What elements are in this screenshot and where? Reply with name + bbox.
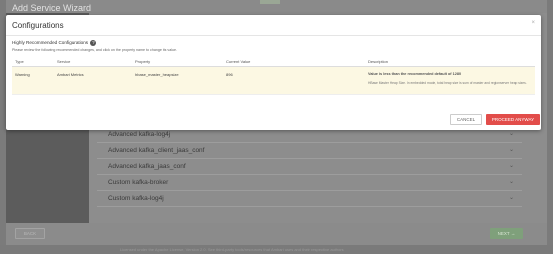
section-heading: Highly Recommended Configurations ?	[12, 40, 97, 46]
proceed-button-label: PROCEED ANYWAY	[491, 117, 535, 122]
wizard-top-button[interactable]	[260, 0, 280, 4]
configurations-modal: Configurations × Highly Recommended Conf…	[6, 15, 541, 130]
page-footer-text: Licensed under the Apache License, Versi…	[120, 247, 344, 252]
recommendations-table: Type Service Property Current Value Desc…	[12, 57, 535, 95]
accordion-label: Custom kafka-broker	[108, 179, 169, 186]
section-heading-text: Highly Recommended Configurations	[12, 40, 89, 46]
column-header-property: Property	[132, 57, 223, 67]
cancel-button-label: CANCEL	[456, 117, 476, 122]
accordion-item-custom-kafka-log4j[interactable]: Custom kafka-log4j ⌄	[97, 191, 522, 207]
cell-property[interactable]: hbase_master_heapsize	[132, 66, 223, 95]
cell-type: Warning	[12, 66, 54, 95]
table-row[interactable]: Warning Ambari Metrics hbase_master_heap…	[12, 66, 535, 95]
column-header-type: Type	[12, 57, 54, 67]
accordion-item-advanced-kafka-jaas-conf[interactable]: Advanced kafka_jaas_conf ⌄	[97, 159, 522, 175]
close-icon[interactable]: ×	[531, 20, 535, 26]
chevron-down-icon: ⌄	[508, 195, 514, 201]
accordion-label: Advanced kafka_jaas_conf	[108, 163, 186, 170]
description-sub: HBase Master Heap Size. In embedded mode…	[368, 80, 527, 85]
accordion-item-custom-kafka-broker[interactable]: Custom kafka-broker ⌄	[97, 175, 522, 191]
cell-service: Ambari Metrics	[54, 66, 132, 95]
chevron-down-icon: ⌄	[508, 147, 514, 153]
accordion-label: Advanced kafka_client_jaas_conf	[108, 147, 205, 154]
cell-current-value: 896	[223, 66, 365, 95]
back-button-label: BACK	[23, 231, 37, 236]
chevron-down-icon: ⌄	[508, 179, 514, 185]
column-header-current-value: Current Value	[223, 57, 365, 67]
chevron-down-icon: ⌄	[508, 131, 514, 137]
cancel-button[interactable]: CANCEL	[450, 114, 482, 125]
wizard-title: Add Service Wizard	[12, 3, 92, 13]
column-header-description: Description	[365, 57, 535, 67]
column-header-service: Service	[54, 57, 132, 67]
instructions-text: Please review the following recommended …	[12, 48, 178, 52]
wizard-footer	[6, 223, 547, 245]
cell-description: Value is less than the recommended defau…	[365, 66, 535, 95]
accordion-item-advanced-kafka-client-jaas-conf[interactable]: Advanced kafka_client_jaas_conf ⌄	[97, 143, 522, 159]
next-button[interactable]: NEXT →	[490, 228, 523, 239]
modal-divider	[6, 35, 541, 36]
proceed-anyway-button[interactable]: PROCEED ANYWAY	[486, 114, 540, 125]
back-button[interactable]: BACK	[15, 228, 45, 239]
chevron-down-icon: ⌄	[508, 163, 514, 169]
modal-title: Configurations	[12, 21, 64, 30]
config-accordion-list: Advanced kafka-log4j ⌄ Advanced kafka_cl…	[97, 127, 522, 207]
table-header-row: Type Service Property Current Value Desc…	[12, 57, 535, 67]
description-main: Value is less than the recommended defau…	[368, 71, 462, 76]
accordion-label: Custom kafka-log4j	[108, 195, 164, 202]
help-icon[interactable]: ?	[90, 40, 97, 46]
accordion-label: Advanced kafka-log4j	[108, 131, 171, 138]
next-button-label: NEXT →	[497, 231, 516, 236]
